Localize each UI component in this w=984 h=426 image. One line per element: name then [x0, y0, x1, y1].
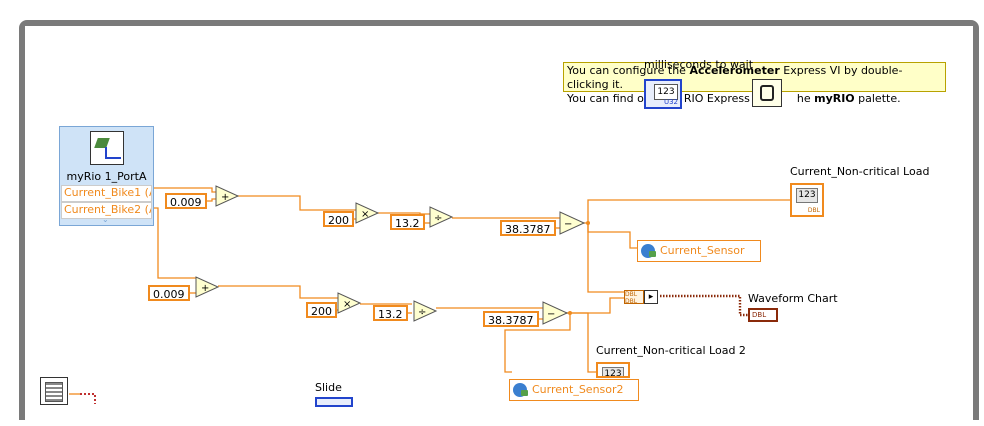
baseline-constant-1[interactable]: 38.3787	[500, 220, 556, 236]
multiplier-constant-1[interactable]: 200	[323, 211, 354, 227]
offset-constant-2[interactable]: 0.009	[148, 285, 190, 301]
indicator-lower-value: 123	[602, 367, 624, 376]
shared-variable-sensor-1[interactable]: Current_Sensor	[637, 240, 761, 262]
indicator-upper-value: 123	[796, 188, 818, 203]
slide-terminal[interactable]	[315, 397, 353, 407]
indicator-lower[interactable]: 123	[596, 362, 630, 378]
indicator-upper[interactable]: 123 DBL	[790, 183, 824, 217]
indicator-upper-dtype: DBL	[807, 207, 820, 214]
wait-dtype: U32	[663, 98, 678, 106]
network-icon	[521, 390, 528, 396]
divisor-constant-1[interactable]: 13.2	[390, 214, 425, 230]
slide-label: Slide	[315, 381, 342, 394]
expand-chevron-icon[interactable]: ⌄	[102, 215, 109, 224]
stopwatch-icon	[760, 85, 774, 101]
myrio-express-vi[interactable]: myRio 1_PortA Current_Bike1 (A Current_B…	[59, 126, 154, 226]
grid-icon	[45, 382, 63, 402]
waveform-chart-terminal[interactable]: DBL	[748, 308, 778, 322]
wait-timer-function[interactable]	[752, 79, 782, 107]
array-terminal[interactable]	[40, 377, 68, 405]
waveform-dtype: DBL	[752, 311, 767, 319]
network-icon	[649, 251, 656, 257]
indicator-label-lower: Current_Non-critical Load 2	[596, 344, 746, 357]
waveform-chart-label: Waveform Chart	[748, 292, 838, 305]
wait-constant[interactable]: 123 U32	[644, 79, 682, 109]
bundle-icon: ▸	[644, 290, 658, 304]
shared-variable-sensor-2[interactable]: Current_Sensor2	[509, 379, 639, 401]
offset-constant-1[interactable]: 0.009	[165, 193, 207, 209]
build-array-node[interactable]: DBL DBL ▸	[624, 290, 658, 305]
divisor-constant-2[interactable]: 13.2	[373, 305, 408, 321]
sensor-2-label: Current_Sensor2	[532, 383, 624, 396]
baseline-constant-2[interactable]: 38.3787	[483, 311, 539, 327]
wait-label: milliseconds to wait	[644, 58, 754, 71]
express-vi-title: myRio 1_PortA	[66, 170, 147, 183]
output-current-bike1[interactable]: Current_Bike1 (A	[61, 185, 152, 202]
indicator-label-upper: Current_Non-critical Load	[790, 165, 930, 178]
accelerometer-icon	[90, 131, 124, 165]
sensor-1-label: Current_Sensor	[660, 244, 745, 257]
build-array-inputs: DBL DBL	[624, 290, 644, 305]
multiplier-constant-2[interactable]: 200	[306, 302, 337, 318]
